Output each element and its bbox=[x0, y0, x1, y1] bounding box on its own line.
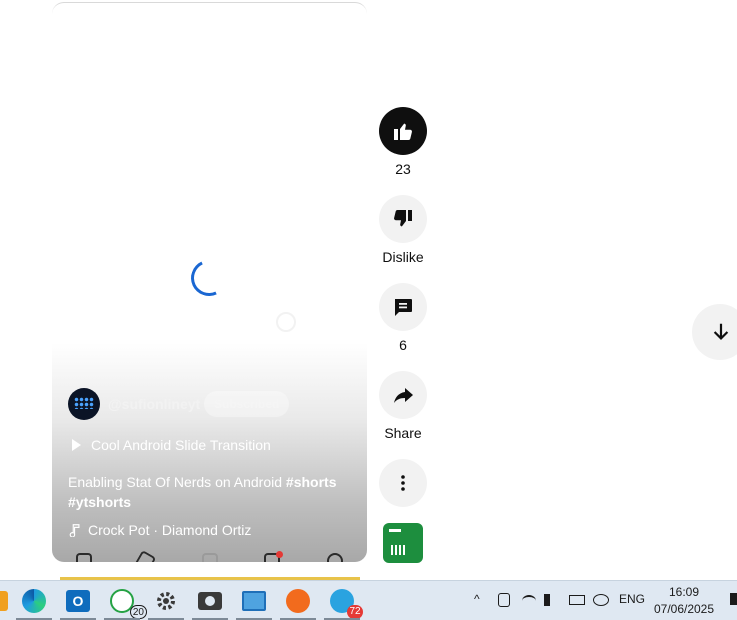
notification-dot bbox=[276, 551, 283, 558]
create-icon[interactable] bbox=[202, 553, 218, 562]
app-bottom-nav bbox=[52, 549, 367, 562]
volume-icon[interactable] bbox=[544, 594, 558, 606]
sound-thumbnail[interactable] bbox=[383, 523, 423, 563]
comment-count: 6 bbox=[399, 337, 407, 353]
music-link[interactable]: Crock Pot · Diamond Ortiz bbox=[68, 522, 251, 538]
like-action: 23 bbox=[379, 107, 427, 177]
like-button[interactable] bbox=[379, 107, 427, 155]
loading-spinner bbox=[185, 254, 233, 302]
settings-icon[interactable] bbox=[148, 587, 184, 620]
shorts-icon[interactable] bbox=[135, 549, 157, 562]
page: @sufionlineyt Subscribed Cool Android Sl… bbox=[0, 0, 737, 620]
control-panel-icon[interactable] bbox=[236, 587, 272, 620]
short-video-player[interactable]: @sufionlineyt Subscribed Cool Android Sl… bbox=[52, 2, 367, 562]
dislike-action: Dislike bbox=[379, 195, 427, 265]
more-icon bbox=[401, 475, 405, 491]
telegram-icon[interactable]: 72 bbox=[324, 587, 363, 620]
share-action: Share bbox=[379, 371, 427, 441]
channel-handle[interactable]: @sufionlineyt bbox=[108, 396, 200, 412]
arrow-down-icon bbox=[713, 323, 729, 340]
related-video-link[interactable]: Cool Android Slide Transition bbox=[68, 437, 271, 453]
home-icon[interactable] bbox=[76, 553, 92, 562]
profile-icon[interactable] bbox=[327, 553, 343, 562]
share-icon bbox=[394, 388, 413, 403]
music-label: Crock Pot · Diamond Ortiz bbox=[88, 522, 252, 538]
clock-date: 07/06/2025 bbox=[653, 602, 715, 616]
video-title: Enabling Stat Of Nerds on Android #short… bbox=[68, 474, 337, 510]
play-icon bbox=[72, 439, 81, 451]
windows-taskbar: O 20 72 ^ ENG 16:09 07/06/2025 bbox=[0, 580, 737, 620]
dislike-button[interactable] bbox=[379, 195, 427, 243]
telegram-badge: 72 bbox=[347, 605, 363, 619]
dislike-label: Dislike bbox=[382, 249, 424, 265]
next-video-button[interactable] bbox=[692, 304, 737, 360]
channel-avatar[interactable] bbox=[68, 388, 100, 420]
meet-now-icon[interactable] bbox=[498, 593, 510, 607]
comment-button[interactable] bbox=[379, 283, 427, 331]
battery-icon[interactable] bbox=[569, 595, 585, 605]
edge-icon[interactable] bbox=[16, 587, 52, 620]
language-indicator[interactable]: ENG bbox=[619, 592, 645, 606]
share-label: Share bbox=[384, 425, 422, 441]
related-video-title: Cool Android Slide Transition bbox=[91, 437, 271, 453]
chevron-up-icon[interactable]: ^ bbox=[474, 592, 480, 606]
whatsapp-icon[interactable]: 20 bbox=[104, 587, 147, 620]
share-button[interactable] bbox=[379, 371, 427, 419]
taskbar-app-partial[interactable] bbox=[0, 587, 16, 615]
clock[interactable]: 16:09 07/06/2025 bbox=[650, 584, 718, 618]
hashtag-link[interactable]: #shorts bbox=[286, 474, 337, 490]
music-note-icon bbox=[69, 524, 80, 537]
notifications-icon[interactable] bbox=[730, 593, 737, 605]
dislike-icon bbox=[394, 210, 412, 227]
ghost-ring-icon bbox=[276, 312, 296, 332]
more-button[interactable] bbox=[379, 459, 427, 507]
stats-app-icon[interactable] bbox=[280, 587, 316, 620]
more-action bbox=[379, 459, 427, 507]
whatsapp-badge: 20 bbox=[129, 605, 147, 619]
wifi-icon[interactable] bbox=[522, 595, 536, 607]
like-count: 23 bbox=[395, 161, 411, 177]
like-icon bbox=[394, 123, 412, 140]
comment-icon bbox=[395, 299, 412, 316]
onedrive-icon[interactable] bbox=[593, 594, 609, 606]
outlook-icon[interactable]: O bbox=[60, 587, 96, 620]
hashtag-link[interactable]: #ytshorts bbox=[68, 494, 131, 510]
comment-action: 6 bbox=[379, 283, 427, 353]
camera-icon[interactable] bbox=[192, 587, 228, 620]
subscribed-button[interactable]: Subscribed bbox=[204, 391, 290, 417]
clock-time: 16:09 bbox=[668, 585, 700, 599]
